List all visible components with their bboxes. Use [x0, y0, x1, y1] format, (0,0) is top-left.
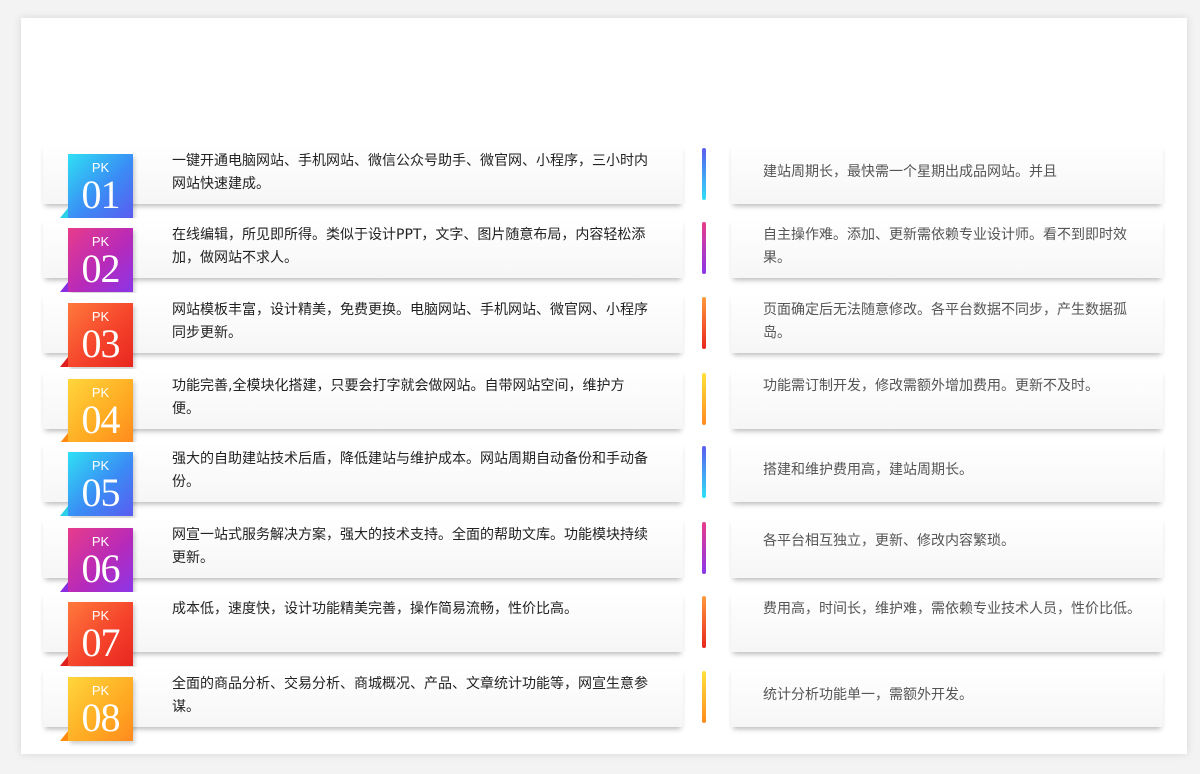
pk-label: PK	[91, 683, 110, 698]
pk-label: PK	[91, 160, 110, 175]
pk-number: 07	[81, 620, 121, 665]
disadvantage-text: 费用高，时间长，维护难，需依赖专业技术人员，性价比低。	[763, 601, 1141, 617]
pk-badge: PK 06	[60, 528, 133, 592]
divider-bar	[702, 373, 706, 425]
badge-fold-decoration	[60, 357, 68, 367]
divider-bar	[702, 671, 706, 723]
badge-fold-decoration	[60, 731, 68, 741]
pk-badge: PK 08	[60, 677, 133, 741]
pk-number: 06	[81, 546, 121, 591]
pk-label: PK	[91, 458, 110, 473]
comparison-row-4: PK 04 功能完善,全模块化搭建，只要会打字就会做网站。自带网站空间，维护方便…	[21, 369, 1187, 443]
pk-badge: PK 05	[60, 452, 133, 516]
pk-number: 01	[81, 172, 121, 217]
advantage-text: 全面的商品分析、交易分析、商城概况、产品、文章统计功能等，网宣生意参谋。	[172, 676, 648, 715]
divider-bar	[702, 522, 706, 574]
pk-number: 05	[81, 470, 121, 515]
disadvantage-text: 各平台相互独立，更新、修改内容繁琐。	[763, 533, 1015, 549]
divider-bar	[702, 596, 706, 648]
pk-label: PK	[91, 309, 110, 324]
badge-fold-decoration	[60, 506, 68, 516]
badge-fold-decoration	[60, 208, 68, 218]
badge-fold-decoration	[60, 282, 68, 292]
pk-badge: PK 07	[60, 602, 133, 666]
comparison-row-2: PK 02 在线编辑，所见即所得。类似于设计PPT，文字、图片随意布局，内容轻松…	[21, 218, 1187, 292]
disadvantage-text: 自主操作难。添加、更新需依赖专业设计师。看不到即时效果。	[763, 227, 1127, 266]
comparison-card: PK 01 一键开通电脑网站、手机网站、微信公众号助手、微官网、小程序，三小时内…	[21, 18, 1187, 754]
advantage-text: 成本低，速度快，设计功能精美完善，操作简易流畅，性价比高。	[172, 601, 578, 617]
advantage-text: 在线编辑，所见即所得。类似于设计PPT，文字、图片随意布局，内容轻松添加，做网站…	[172, 227, 646, 266]
advantage-text: 一键开通电脑网站、手机网站、微信公众号助手、微官网、小程序，三小时内网站快速建成…	[172, 153, 648, 192]
pk-label: PK	[91, 234, 110, 249]
disadvantage-text: 功能需订制开发，修改需额外增加费用。更新不及时。	[763, 378, 1099, 394]
badge-fold-decoration	[60, 656, 68, 666]
divider-bar	[702, 222, 706, 274]
disadvantage-text: 统计分析功能单一，需额外开发。	[763, 687, 973, 703]
divider-bar	[702, 297, 706, 349]
disadvantage-text: 页面确定后无法随意修改。各平台数据不同步，产生数据孤岛。	[763, 302, 1127, 341]
pk-badge: PK 01	[60, 154, 133, 218]
pk-number: 02	[81, 246, 121, 291]
badge-fold-decoration	[60, 582, 68, 592]
comparison-row-7: PK 07 成本低，速度快，设计功能精美完善，操作简易流畅，性价比高。 费用高，…	[21, 592, 1187, 666]
advantage-text: 网宣一站式服务解决方案，强大的技术支持。全面的帮助文库。功能模块持续更新。	[172, 527, 648, 566]
comparison-row-6: PK 06 网宣一站式服务解决方案，强大的技术支持。全面的帮助文库。功能模块持续…	[21, 518, 1187, 592]
advantage-text: 强大的自助建站技术后盾，降低建站与维护成本。网站周期自动备份和手动备份。	[172, 451, 648, 490]
pk-label: PK	[91, 608, 110, 623]
pk-label: PK	[91, 385, 110, 400]
pk-label: PK	[91, 534, 110, 549]
comparison-row-5: PK 05 强大的自助建站技术后盾，降低建站与维护成本。网站周期自动备份和手动备…	[21, 442, 1187, 516]
divider-bar	[702, 446, 706, 498]
disadvantage-text: 建站周期长，最快需一个星期出成品网站。并且	[763, 164, 1057, 180]
pk-number: 03	[81, 321, 121, 366]
pk-number: 04	[81, 397, 121, 442]
advantage-text: 网站模板丰富，设计精美，免费更换。电脑网站、手机网站、微官网、小程序同步更新。	[172, 302, 648, 341]
comparison-row-3: PK 03 网站模板丰富，设计精美，免费更换。电脑网站、手机网站、微官网、小程序…	[21, 293, 1187, 367]
pk-badge: PK 03	[60, 303, 133, 367]
comparison-row-8: PK 08 全面的商品分析、交易分析、商城概况、产品、文章统计功能等，网宣生意参…	[21, 667, 1187, 741]
pk-badge: PK 02	[60, 228, 133, 292]
advantage-text: 功能完善,全模块化搭建，只要会打字就会做网站。自带网站空间，维护方便。	[172, 378, 625, 417]
divider-bar	[702, 148, 706, 200]
pk-badge: PK 04	[60, 379, 133, 443]
pk-number: 08	[81, 695, 121, 740]
comparison-row-1: PK 01 一键开通电脑网站、手机网站、微信公众号助手、微官网、小程序，三小时内…	[21, 144, 1187, 218]
disadvantage-text: 搭建和维护费用高，建站周期长。	[763, 462, 973, 478]
